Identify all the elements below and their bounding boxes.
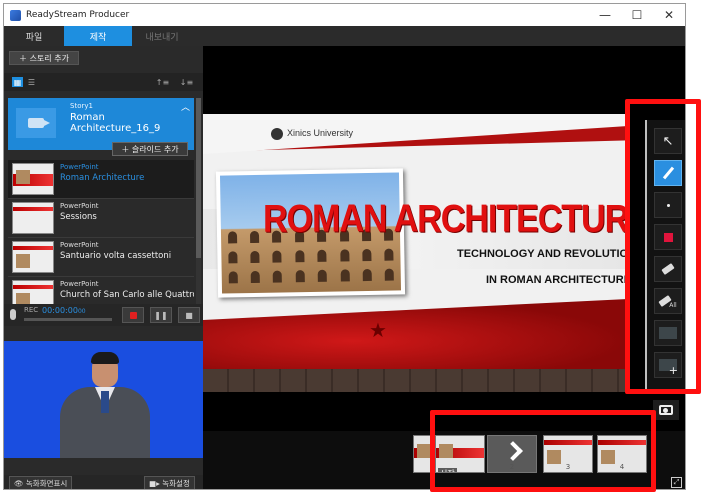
filmstrip-highlight-box bbox=[430, 410, 656, 492]
slide-name: Roman Architecture bbox=[60, 173, 145, 183]
slide-subtitle: TECHNOLOGY AND REVOLUTION bbox=[457, 248, 628, 260]
tab-produce[interactable]: 제작 bbox=[64, 26, 132, 46]
tab-export[interactable]: 내보내기 bbox=[132, 26, 192, 46]
audio-level-meter[interactable] bbox=[24, 318, 112, 321]
slide-list: PowerPoint Roman Architecture PowerPoint… bbox=[8, 160, 194, 304]
slide-thumbnail bbox=[12, 241, 54, 273]
tab-file[interactable]: 파일 bbox=[4, 26, 64, 46]
grid-view-icon[interactable]: ▦ bbox=[12, 77, 23, 87]
move-down-icon[interactable]: ↓≡ bbox=[178, 77, 195, 87]
slide-type: PowerPoint bbox=[60, 202, 99, 210]
pause-button[interactable]: ❚❚ bbox=[150, 307, 172, 323]
story-label: Story1 bbox=[70, 102, 93, 110]
university-name: Xinics University bbox=[287, 128, 354, 138]
screenshot-button[interactable] bbox=[653, 400, 679, 420]
slide-preview[interactable]: Xinics University ROMAN ARCHITECTURE TEC… bbox=[203, 114, 628, 392]
story-title: Roman Architecture_16_9 bbox=[70, 112, 161, 134]
story-panel: ＋ 스토리 추가 ▦ ☰ ↑≡ ↓≡ Story1 Roman Architec… bbox=[4, 46, 203, 489]
add-story-button[interactable]: ＋ 스토리 추가 bbox=[9, 51, 79, 65]
list-view-icon[interactable]: ☰ bbox=[26, 77, 37, 87]
slide-type: PowerPoint bbox=[60, 241, 99, 249]
add-slide-button[interactable]: ＋ 슬라이드 추가 bbox=[112, 142, 188, 156]
slide-list-item[interactable]: PowerPoint Roman Architecture bbox=[8, 160, 194, 199]
rec-time: 00:00:0000 bbox=[42, 306, 86, 315]
camera-icon bbox=[659, 405, 673, 415]
webcam-preview bbox=[4, 341, 203, 458]
window-title: ReadyStream Producer bbox=[26, 10, 130, 20]
camera-settings-icon: ■▸ bbox=[149, 478, 163, 488]
slide-type: PowerPoint bbox=[60, 163, 99, 171]
slide-type: PowerPoint bbox=[60, 280, 99, 288]
slide-title: ROMAN ARCHITECTURE bbox=[263, 197, 628, 241]
title-bar: ReadyStream Producer — ☐ ✕ bbox=[4, 4, 685, 26]
university-logo-icon bbox=[271, 128, 283, 140]
record-button[interactable] bbox=[122, 307, 144, 323]
fullscreen-icon[interactable]: ⤢ bbox=[671, 477, 682, 488]
rec-label: REC bbox=[24, 306, 39, 314]
view-toolbar: ▦ ☰ ↑≡ ↓≡ bbox=[4, 73, 203, 91]
chevron-up-icon[interactable]: ︿ bbox=[181, 100, 190, 113]
close-button[interactable]: ✕ bbox=[653, 4, 685, 26]
slide-name: Sessions bbox=[60, 212, 97, 222]
eye-icon: 👁 bbox=[14, 478, 26, 488]
slide-list-item[interactable]: PowerPoint Santuario volta cassettoni bbox=[8, 238, 194, 277]
slide-thumbnail bbox=[12, 202, 54, 234]
stop-icon: ■ bbox=[185, 310, 193, 320]
slide-list-item[interactable]: PowerPoint Sessions bbox=[8, 199, 194, 238]
move-up-icon[interactable]: ↑≡ bbox=[154, 77, 171, 87]
microphone-icon bbox=[10, 309, 16, 320]
slide-name: Church of San Carlo alle Quattro bbox=[60, 290, 194, 300]
slide-list-item[interactable]: PowerPoint Church of San Carlo alle Quat… bbox=[8, 277, 194, 304]
recording-settings-button[interactable]: ■▸ 녹화설정 bbox=[144, 476, 195, 489]
left-bottom-bar: 👁 녹화화면표시 ■▸ 녹화설정 bbox=[4, 475, 203, 489]
slide-thumbnail bbox=[12, 163, 54, 195]
maximize-button[interactable]: ☐ bbox=[621, 4, 653, 26]
menu-tabs: 파일 제작 내보내기 bbox=[4, 26, 685, 46]
record-icon bbox=[129, 311, 137, 319]
stop-button[interactable]: ■ bbox=[178, 307, 200, 323]
slide-thumbnail bbox=[12, 280, 54, 304]
recording-bar: REC 00:00:0000 ❚❚ ■ bbox=[4, 304, 203, 326]
slide-name: Santuario volta cassettoni bbox=[60, 251, 172, 261]
show-recording-screen-button[interactable]: 👁 녹화화면표시 bbox=[9, 476, 73, 489]
toolbar-highlight-box bbox=[625, 99, 701, 394]
slide-subtitle-2: IN ROMAN ARCHITECTURE bbox=[486, 274, 628, 286]
slide-list-scrollbar[interactable] bbox=[196, 98, 201, 304]
minimize-button[interactable]: — bbox=[589, 4, 621, 26]
pause-icon: ❚❚ bbox=[154, 310, 168, 320]
app-logo-icon bbox=[10, 9, 21, 21]
star-icon: ★ bbox=[369, 318, 387, 342]
video-camera-icon bbox=[16, 108, 56, 138]
